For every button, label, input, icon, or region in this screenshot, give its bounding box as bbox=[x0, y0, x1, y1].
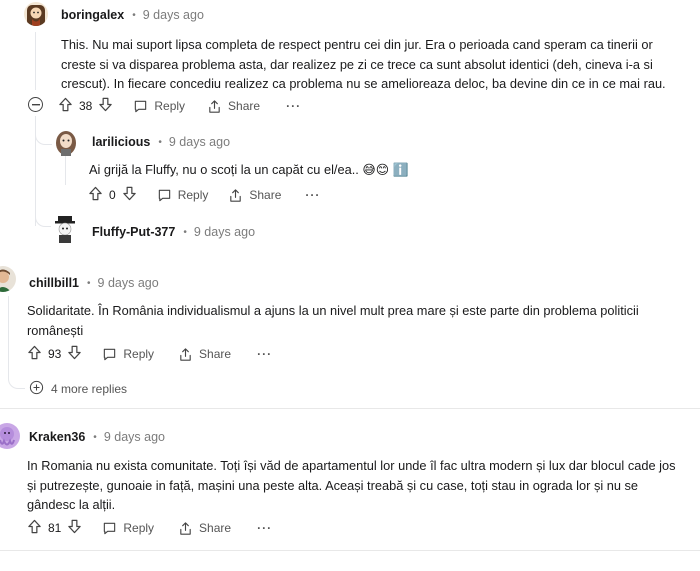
comment-meta: Fluffy-Put-377 • 9 days ago bbox=[92, 225, 255, 239]
separator: • bbox=[87, 277, 91, 289]
reply-icon bbox=[133, 99, 148, 114]
thread-branch bbox=[35, 200, 52, 227]
share-button[interactable]: Share bbox=[207, 99, 260, 114]
avatar[interactable] bbox=[24, 2, 48, 26]
more-replies-link[interactable]: 4 more replies bbox=[29, 379, 127, 399]
comment-line: gândesc la alții. bbox=[27, 497, 116, 512]
comment-meta: boringalex • 9 days ago bbox=[61, 8, 204, 22]
divider bbox=[0, 408, 700, 409]
reply-icon bbox=[102, 347, 117, 362]
comment-actions: 0 Reply Share ··· bbox=[88, 185, 320, 205]
username[interactable]: larilicious bbox=[92, 135, 150, 149]
share-label: Share bbox=[199, 347, 232, 361]
separator: • bbox=[158, 136, 162, 148]
more-options-button[interactable]: ··· bbox=[257, 347, 272, 361]
more-replies-label: 4 more replies bbox=[51, 382, 128, 396]
comment-actions: 93 Reply Share ··· bbox=[27, 344, 272, 364]
separator: • bbox=[132, 9, 136, 21]
comment-line: Ai grijă la Fluffy, nu o scoți la un cap… bbox=[89, 162, 409, 177]
share-label: Share bbox=[199, 521, 232, 535]
downvote-icon[interactable] bbox=[67, 519, 82, 537]
reply-label: Reply bbox=[123, 347, 155, 361]
avatar[interactable] bbox=[51, 214, 79, 244]
username[interactable]: Fluffy-Put-377 bbox=[92, 225, 175, 239]
share-button[interactable]: Share bbox=[178, 521, 231, 536]
vote-group: 0 bbox=[88, 186, 137, 204]
vote-count: 38 bbox=[79, 99, 93, 113]
reply-button[interactable]: Reply bbox=[102, 521, 154, 536]
vote-group: 81 bbox=[27, 519, 82, 537]
comment-actions: 38 Reply Share ··· bbox=[58, 96, 301, 116]
vote-group: 93 bbox=[27, 345, 82, 363]
more-options-button[interactable]: ··· bbox=[257, 521, 272, 535]
username[interactable]: boringalex bbox=[61, 8, 124, 22]
collapse-thread-button[interactable] bbox=[28, 97, 43, 112]
comment-body: In Romania nu exista comunitate. Toți îș… bbox=[27, 456, 699, 515]
reply-icon bbox=[157, 188, 172, 203]
comment-line: românești bbox=[27, 322, 84, 338]
comment-actions: 81 Reply Share ··· bbox=[27, 518, 272, 538]
share-button[interactable]: Share bbox=[228, 188, 281, 203]
comment-line: This. Nu mai suport lipsa completa de re… bbox=[61, 37, 653, 52]
comment-meta: chillbill1 • 9 days ago bbox=[29, 276, 159, 290]
more-options-button[interactable]: ··· bbox=[305, 188, 320, 202]
timestamp[interactable]: 9 days ago bbox=[169, 135, 230, 149]
comment-line: Solidaritate. În România individualismul… bbox=[27, 303, 639, 318]
thread-branch bbox=[8, 300, 25, 389]
vote-group: 38 bbox=[58, 97, 113, 115]
more-options-button[interactable]: ··· bbox=[286, 99, 301, 113]
comment-body: This. Nu mai suport lipsa completa de re… bbox=[61, 35, 691, 94]
share-icon bbox=[178, 347, 193, 362]
reply-label: Reply bbox=[154, 99, 186, 113]
divider bbox=[0, 550, 700, 551]
timestamp[interactable]: 9 days ago bbox=[98, 276, 159, 290]
separator: • bbox=[183, 226, 187, 238]
separator: • bbox=[93, 431, 97, 443]
vote-count: 0 bbox=[109, 188, 116, 202]
share-icon bbox=[207, 99, 222, 114]
comment-meta: Kraken36 • 9 days ago bbox=[29, 430, 165, 444]
timestamp[interactable]: 9 days ago bbox=[104, 430, 165, 444]
upvote-icon[interactable] bbox=[27, 519, 42, 537]
upvote-icon[interactable] bbox=[88, 186, 103, 204]
comment-line: crescut). In fiecare concediu realizez c… bbox=[61, 76, 666, 91]
expand-icon bbox=[29, 380, 44, 398]
username[interactable]: Kraken36 bbox=[29, 430, 85, 444]
downvote-icon[interactable] bbox=[67, 345, 82, 363]
comment-line: In Romania nu exista comunitate. Toți îș… bbox=[27, 458, 676, 473]
thread-line bbox=[35, 32, 36, 90]
reply-button[interactable]: Reply bbox=[102, 347, 154, 362]
comment-body: Solidaritate. În România individualismul… bbox=[27, 301, 692, 340]
reply-label: Reply bbox=[123, 521, 155, 535]
thread-branch bbox=[35, 116, 52, 145]
comment-body: Ai grijă la Fluffy, nu o scoți la un cap… bbox=[89, 160, 589, 180]
vote-count: 81 bbox=[48, 521, 62, 535]
reply-button[interactable]: Reply bbox=[157, 188, 209, 203]
comment-line: creste si va disparea problema asta, dar… bbox=[61, 56, 653, 72]
thread-line bbox=[65, 155, 66, 185]
share-label: Share bbox=[249, 188, 282, 202]
avatar[interactable] bbox=[53, 128, 79, 156]
share-button[interactable]: Share bbox=[178, 347, 231, 362]
username[interactable]: chillbill1 bbox=[29, 276, 79, 290]
vote-count: 93 bbox=[48, 347, 62, 361]
avatar[interactable] bbox=[0, 266, 16, 292]
upvote-icon[interactable] bbox=[58, 97, 73, 115]
avatar[interactable] bbox=[0, 423, 20, 449]
upvote-icon[interactable] bbox=[27, 345, 42, 363]
downvote-icon[interactable] bbox=[98, 97, 113, 115]
reply-label: Reply bbox=[177, 188, 209, 202]
timestamp[interactable]: 9 days ago bbox=[194, 225, 255, 239]
share-label: Share bbox=[228, 99, 261, 113]
share-icon bbox=[178, 521, 193, 536]
timestamp[interactable]: 9 days ago bbox=[143, 8, 204, 22]
comment-meta: larilicious • 9 days ago bbox=[92, 135, 230, 149]
reply-icon bbox=[102, 521, 117, 536]
reply-button[interactable]: Reply bbox=[133, 99, 185, 114]
downvote-icon[interactable] bbox=[122, 186, 137, 204]
comment-line: și putrezește, gunoaie in față, mașini u… bbox=[27, 477, 639, 493]
share-icon bbox=[228, 188, 243, 203]
